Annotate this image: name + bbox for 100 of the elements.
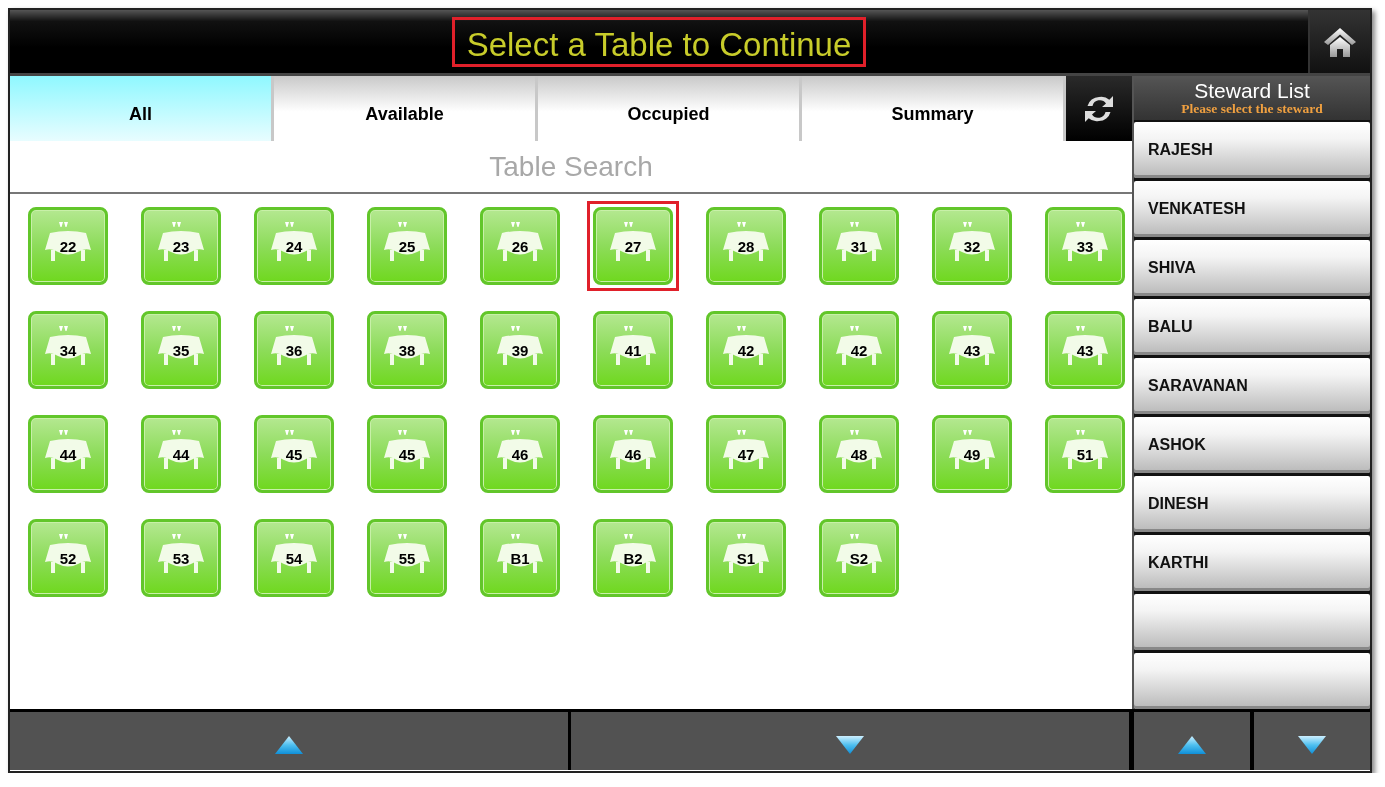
filter-tab[interactable]: Summary <box>802 76 1066 141</box>
table-button[interactable]: 23 <box>141 207 221 285</box>
steward-item[interactable]: DINESH <box>1134 476 1370 532</box>
table-button[interactable]: B1 <box>480 519 560 597</box>
table-icon <box>720 222 772 262</box>
table-icon <box>381 222 433 262</box>
table-button[interactable]: 55 <box>367 519 447 597</box>
filter-tab[interactable]: Occupied <box>538 76 802 141</box>
table-icon <box>155 534 207 574</box>
home-button[interactable] <box>1308 10 1370 73</box>
table-button[interactable]: 35 <box>141 311 221 389</box>
table-icon <box>720 326 772 366</box>
panel-title: Steward List <box>1194 80 1310 102</box>
steward-item[interactable]: VENKATESH <box>1134 181 1370 237</box>
table-icon <box>833 326 885 366</box>
table-button[interactable]: 28 <box>706 207 786 285</box>
table-button[interactable]: 41 <box>593 311 673 389</box>
table-icon <box>155 222 207 262</box>
steward-item[interactable]: SARAVANAN <box>1134 358 1370 414</box>
table-icon <box>946 326 998 366</box>
table-icon <box>42 326 94 366</box>
table-icon <box>833 222 885 262</box>
table-button[interactable]: 24 <box>254 207 334 285</box>
table-button[interactable]: 47 <box>706 415 786 493</box>
table-icon <box>155 326 207 366</box>
table-button[interactable]: 46 <box>593 415 673 493</box>
table-button[interactable]: 31 <box>819 207 899 285</box>
table-button[interactable]: 49 <box>932 415 1012 493</box>
table-icon <box>607 534 659 574</box>
steward-item[interactable]: RAJESH <box>1134 122 1370 178</box>
table-icon <box>42 222 94 262</box>
table-button[interactable]: 22 <box>28 207 108 285</box>
table-button[interactable]: 51 <box>1045 415 1125 493</box>
steward-item[interactable]: ASHOK <box>1134 417 1370 473</box>
table-button[interactable]: 36 <box>254 311 334 389</box>
table-button[interactable]: 48 <box>819 415 899 493</box>
table-button[interactable]: 26 <box>480 207 560 285</box>
table-icon <box>833 534 885 574</box>
table-button[interactable]: 34 <box>28 311 108 389</box>
table-button[interactable]: 33 <box>1045 207 1125 285</box>
table-button[interactable]: 52 <box>28 519 108 597</box>
table-button[interactable]: 43 <box>932 311 1012 389</box>
filter-tab[interactable]: All <box>10 76 274 141</box>
table-button[interactable]: 54 <box>254 519 334 597</box>
table-icon <box>155 430 207 470</box>
table-icon <box>607 222 659 262</box>
panel-subtitle: Please select the steward <box>1181 102 1323 116</box>
table-icon <box>607 326 659 366</box>
table-icon <box>494 222 546 262</box>
table-icon <box>494 326 546 366</box>
table-icon <box>1059 430 1111 470</box>
table-icon <box>268 430 320 470</box>
table-icon <box>1059 222 1111 262</box>
screen-title: Select a Table to Continue <box>451 16 867 67</box>
table-button[interactable]: 39 <box>480 311 560 389</box>
table-button[interactable]: 25 <box>367 207 447 285</box>
table-icon <box>1059 326 1111 366</box>
table-button[interactable]: 27 <box>593 207 673 285</box>
table-button[interactable]: 43 <box>1045 311 1125 389</box>
table-icon <box>607 430 659 470</box>
table-icon <box>720 430 772 470</box>
table-icon <box>720 534 772 574</box>
table-icon <box>42 534 94 574</box>
table-icon <box>42 430 94 470</box>
table-icon <box>381 430 433 470</box>
table-icon <box>381 326 433 366</box>
down-arrow-icon <box>1298 736 1326 754</box>
blank-steward-item[interactable] <box>1134 653 1370 709</box>
table-button[interactable]: S2 <box>819 519 899 597</box>
steward-down-button[interactable] <box>1254 712 1370 770</box>
table-button[interactable]: 45 <box>254 415 334 493</box>
table-icon <box>268 222 320 262</box>
table-icon <box>494 534 546 574</box>
table-icon <box>268 326 320 366</box>
table-button[interactable]: 53 <box>141 519 221 597</box>
blank-steward-item[interactable] <box>1134 594 1370 650</box>
table-icon <box>494 430 546 470</box>
table-icon <box>946 222 998 262</box>
table-icon <box>946 430 998 470</box>
filter-tab[interactable]: Available <box>274 76 538 141</box>
table-button[interactable]: B2 <box>593 519 673 597</box>
table-button[interactable]: 45 <box>367 415 447 493</box>
refresh-button[interactable] <box>1066 76 1132 141</box>
table-button[interactable]: 46 <box>480 415 560 493</box>
table-button[interactable]: 38 <box>367 311 447 389</box>
down-arrow-icon <box>836 736 864 754</box>
table-button[interactable]: 42 <box>819 311 899 389</box>
steward-item[interactable]: KARTHI <box>1134 535 1370 591</box>
steward-up-button[interactable] <box>1134 712 1250 770</box>
table-icon <box>833 430 885 470</box>
table-button[interactable]: 44 <box>141 415 221 493</box>
steward-item[interactable]: SHIVA <box>1134 240 1370 296</box>
table-button[interactable]: 42 <box>706 311 786 389</box>
table-icon <box>268 534 320 574</box>
table-button[interactable]: 44 <box>28 415 108 493</box>
table-button[interactable]: 32 <box>932 207 1012 285</box>
steward-item[interactable]: BALU <box>1134 299 1370 355</box>
table-button[interactable]: S1 <box>706 519 786 597</box>
up-arrow-icon <box>1178 736 1206 754</box>
up-arrow-icon <box>275 736 303 754</box>
